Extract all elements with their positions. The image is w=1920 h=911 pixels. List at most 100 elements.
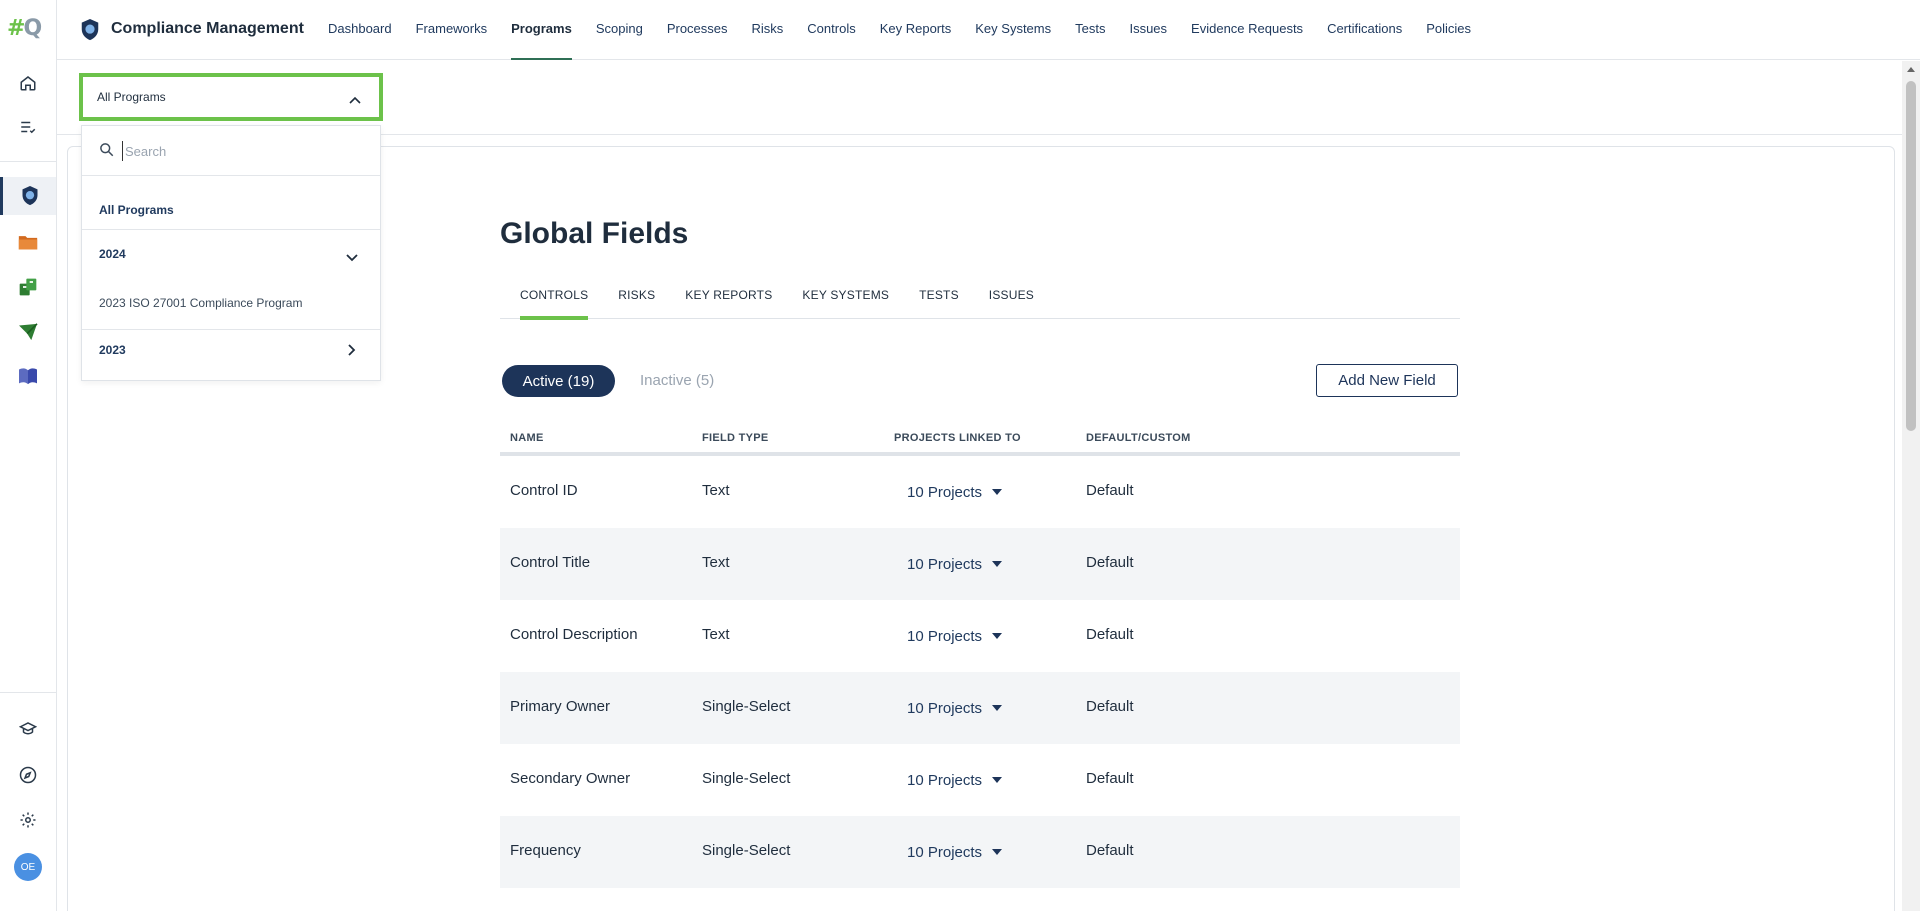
nav-certifications[interactable]: Certifications	[1327, 0, 1402, 60]
caret-down-icon	[992, 705, 1003, 711]
cell-field-type: Text	[702, 626, 730, 643]
cell-default-custom: Default	[1086, 626, 1134, 643]
group-year-label: 2024	[99, 247, 126, 261]
filter-active-button[interactable]: Active (19)	[502, 365, 615, 397]
scroll-up-icon[interactable]	[1907, 67, 1915, 72]
table-row[interactable]: Frequency Single-Select 10 Projects Defa…	[500, 816, 1460, 888]
group-2023[interactable]: 2023	[82, 343, 380, 357]
filter-inactive-button[interactable]: Inactive (5)	[640, 372, 714, 389]
cell-default-custom: Default	[1086, 770, 1134, 787]
chevron-up-icon	[349, 91, 361, 109]
app-badge-icon	[79, 18, 101, 42]
projects-count: 10 Projects	[907, 772, 983, 789]
program-dropdown: All Programs 2024 2023 ISO 27001 Complia…	[81, 125, 381, 381]
search-icon	[99, 142, 114, 162]
cell-default-custom: Default	[1086, 482, 1134, 499]
caret-down-icon	[992, 561, 1003, 567]
projects-dropdown[interactable]: 10 Projects	[907, 628, 1003, 645]
global-fields-table: NAME FIELD TYPE PROJECTS LINKED TO DEFAU…	[500, 424, 1460, 888]
tab-key-reports[interactable]: KEY REPORTS	[685, 283, 772, 319]
cell-field-type: Single-Select	[702, 842, 791, 859]
caret-down-icon	[992, 633, 1003, 639]
nav-tests[interactable]: Tests	[1075, 0, 1105, 60]
cell-name: Frequency	[510, 842, 581, 859]
page-title: Global Fields	[500, 217, 689, 250]
cell-name: Secondary Owner	[510, 770, 631, 787]
nav-processes[interactable]: Processes	[667, 0, 728, 60]
nav-issues[interactable]: Issues	[1129, 0, 1167, 60]
table-row[interactable]: Control Title Text 10 Projects Default	[500, 528, 1460, 600]
group-year-label: 2023	[99, 343, 126, 357]
projects-dropdown[interactable]: 10 Projects	[907, 700, 1003, 717]
projects-count: 10 Projects	[907, 700, 983, 717]
nav-scoping[interactable]: Scoping	[596, 0, 643, 60]
book-icon[interactable]	[9, 357, 47, 395]
learn-icon[interactable]	[9, 710, 47, 748]
projects-dropdown[interactable]: 10 Projects	[907, 844, 1003, 861]
cell-field-type: Single-Select	[702, 770, 791, 787]
projects-count: 10 Projects	[907, 844, 983, 861]
add-new-field-button[interactable]: Add New Field	[1316, 364, 1458, 397]
nav-risks[interactable]: Risks	[752, 0, 784, 60]
avatar[interactable]: OE	[14, 853, 42, 881]
cell-name: Control Description	[510, 626, 638, 643]
caret-down-icon	[992, 489, 1003, 495]
program-search-input[interactable]	[122, 141, 362, 161]
tab-risks[interactable]: RISKS	[618, 283, 655, 319]
column-header-name[interactable]: NAME	[510, 432, 544, 444]
program-select[interactable]: All Programs	[79, 73, 383, 121]
projects-count: 10 Projects	[907, 484, 983, 501]
cell-name: Primary Owner	[510, 698, 611, 715]
home-icon[interactable]	[9, 64, 47, 102]
nav-dashboard[interactable]: Dashboard	[328, 0, 392, 60]
tab-controls[interactable]: CONTROLS	[520, 283, 589, 320]
gear-icon[interactable]	[9, 801, 47, 839]
scrollbar[interactable]	[1902, 61, 1920, 911]
table-header: NAME FIELD TYPE PROJECTS LINKED TO DEFAU…	[500, 424, 1460, 456]
nav-frameworks[interactable]: Frameworks	[416, 0, 488, 60]
brand-logo[interactable]: #Q	[7, 16, 49, 44]
nav-key-reports[interactable]: Key Reports	[880, 0, 952, 60]
group-2024[interactable]: 2024	[82, 247, 380, 261]
projects-dropdown[interactable]: 10 Projects	[907, 772, 1003, 789]
nav-policies[interactable]: Policies	[1426, 0, 1471, 60]
scroll-thumb[interactable]	[1906, 81, 1916, 431]
column-header-projects[interactable]: PROJECTS LINKED TO	[894, 432, 1021, 444]
cell-default-custom: Default	[1086, 554, 1134, 571]
tab-issues[interactable]: ISSUES	[989, 283, 1034, 319]
sync-docs-icon[interactable]	[9, 268, 47, 306]
nav-key-systems[interactable]: Key Systems	[975, 0, 1051, 60]
app-title: Compliance Management	[111, 20, 304, 37]
nav-controls[interactable]: Controls	[807, 0, 855, 60]
table-row[interactable]: Primary Owner Single-Select 10 Projects …	[500, 672, 1460, 744]
table-row[interactable]: Control ID Text 10 Projects Default	[500, 456, 1460, 528]
top-nav: Compliance Management Dashboard Framewor…	[57, 0, 1920, 60]
checklist-icon[interactable]	[9, 108, 47, 146]
projects-dropdown[interactable]: 10 Projects	[907, 556, 1003, 573]
table-row[interactable]: Secondary Owner Single-Select 10 Project…	[500, 744, 1460, 816]
caret-down-icon	[992, 849, 1003, 855]
tab-key-systems[interactable]: KEY SYSTEMS	[802, 283, 889, 319]
column-header-default-custom[interactable]: DEFAULT/CUSTOM	[1086, 432, 1191, 444]
column-header-field-type[interactable]: FIELD TYPE	[702, 432, 769, 444]
chevron-down-icon[interactable]	[346, 249, 358, 267]
send-icon[interactable]	[9, 313, 47, 351]
nav-programs[interactable]: Programs	[511, 0, 572, 60]
left-rail: #Q OE	[0, 0, 57, 911]
projects-count: 10 Projects	[907, 628, 983, 645]
table-row[interactable]: Control Description Text 10 Projects Def…	[500, 600, 1460, 672]
option-program[interactable]: 2023 ISO 27001 Compliance Program	[82, 296, 380, 310]
compass-icon[interactable]	[9, 756, 47, 794]
compliance-badge-icon[interactable]	[0, 177, 56, 215]
caret-down-icon	[992, 777, 1003, 783]
option-all-programs[interactable]: All Programs	[82, 203, 380, 217]
projects-dropdown[interactable]: 10 Projects	[907, 484, 1003, 501]
cell-field-type: Text	[702, 554, 730, 571]
cell-field-type: Single-Select	[702, 698, 791, 715]
program-search	[82, 126, 380, 176]
folder-icon[interactable]	[9, 223, 47, 261]
nav-evidence-requests[interactable]: Evidence Requests	[1191, 0, 1303, 60]
tab-tests[interactable]: TESTS	[919, 283, 959, 319]
cell-field-type: Text	[702, 482, 730, 499]
chevron-right-icon[interactable]	[348, 343, 356, 361]
